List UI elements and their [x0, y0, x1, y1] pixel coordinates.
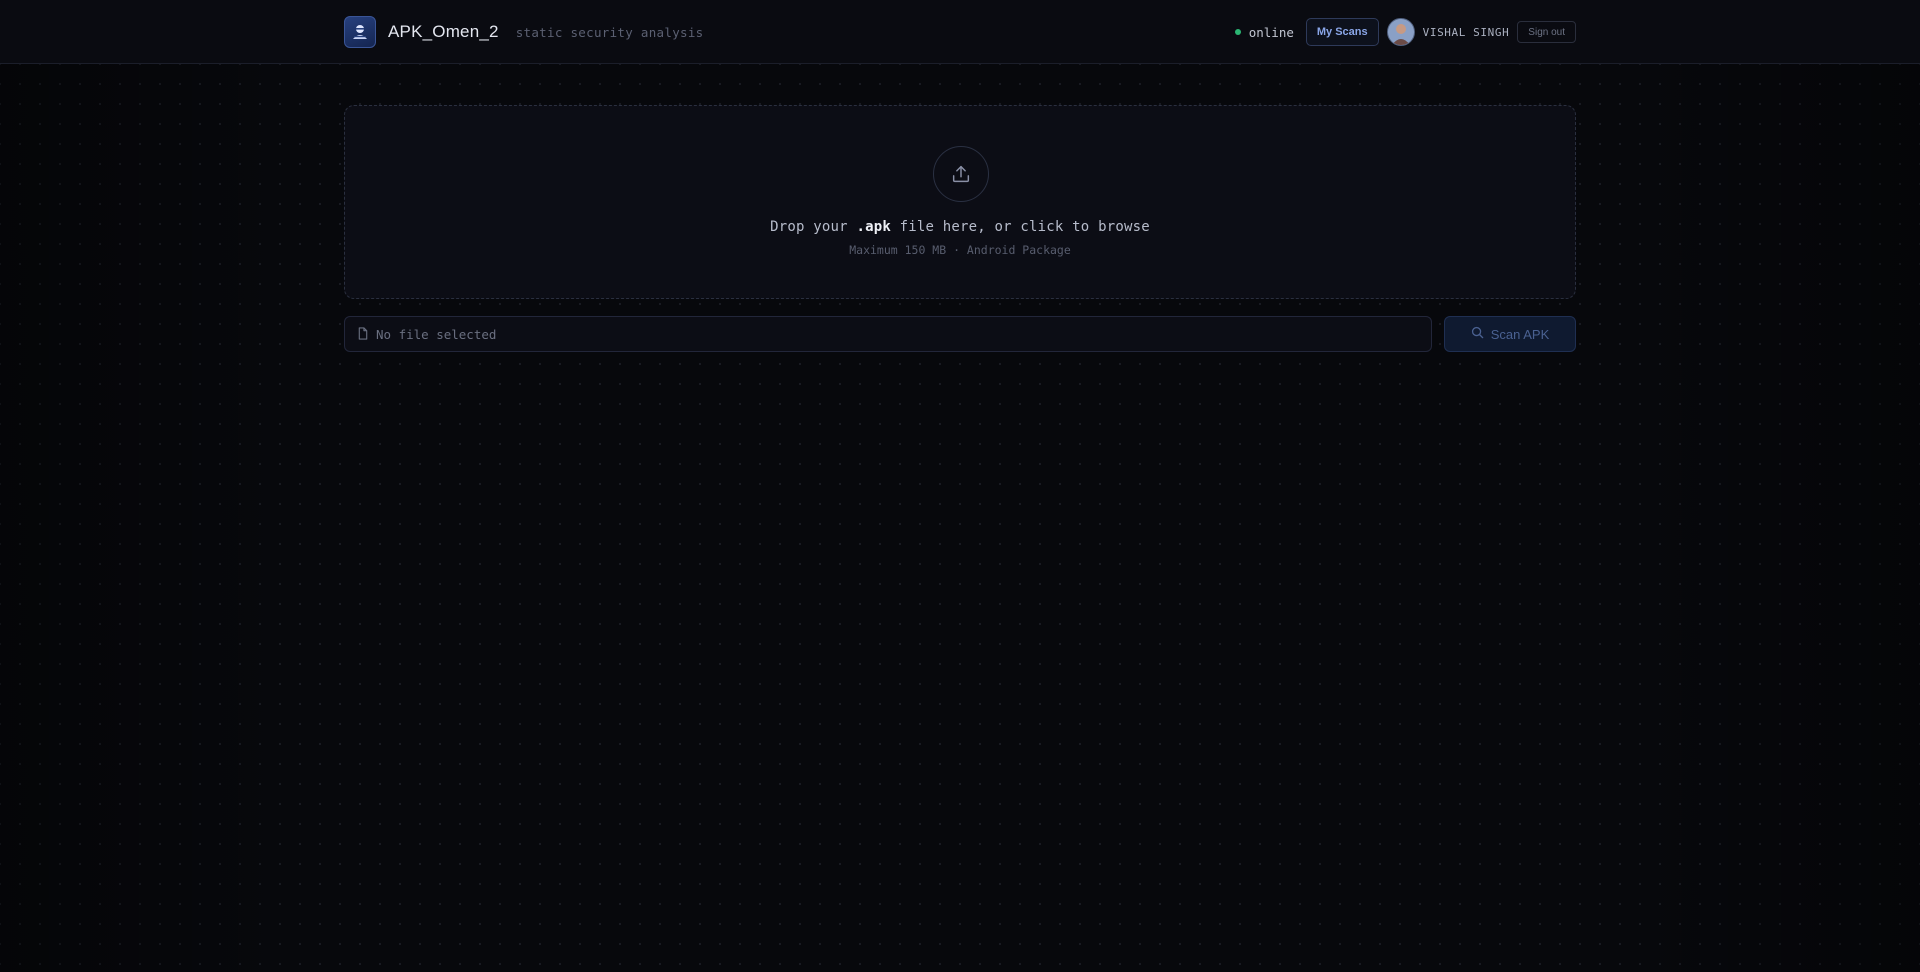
dropzone-prompt-suffix: file here, or click to browse: [899, 219, 1150, 235]
dropzone-prompt: Drop your .apk file here, or click to br…: [345, 219, 1575, 235]
selected-file-field[interactable]: No file selected: [344, 316, 1432, 352]
scan-apk-label: Scan APK: [1490, 326, 1550, 342]
app-logo-icon: [344, 16, 376, 48]
avatar[interactable]: [1386, 18, 1415, 46]
search-icon: [1471, 326, 1484, 342]
upload-icon: [933, 146, 989, 202]
top-navigation-bar: APK_Omen_2 static security analysis onli…: [0, 0, 1920, 64]
sign-out-label: Sign out: [1528, 26, 1565, 38]
header-actions: online My Scans VISHAL SINGH Sign out: [1234, 17, 1576, 47]
status-label: online: [1248, 24, 1294, 40]
app-name: APK_Omen_2: [388, 22, 499, 41]
app-tagline: static security analysis: [515, 24, 704, 40]
dropzone-subtext: Maximum 150 MB · Android Package: [849, 243, 1071, 257]
scan-apk-button[interactable]: Scan APK: [1444, 316, 1576, 352]
my-scans-button[interactable]: My Scans: [1305, 18, 1379, 46]
apk-dropzone[interactable]: Drop your .apk file here, or click to br…: [344, 105, 1576, 299]
dropzone-prompt-extension: .apk: [856, 219, 891, 235]
file-icon: [357, 325, 369, 344]
sign-out-button[interactable]: Sign out: [1517, 21, 1576, 43]
dropzone-prompt-prefix: Drop your: [770, 219, 848, 235]
user-name: VISHAL SINGH: [1422, 25, 1510, 39]
brand[interactable]: APK_Omen_2 static security analysis: [344, 16, 704, 48]
selected-file-placeholder: No file selected: [376, 326, 497, 342]
status-online-icon: [1234, 29, 1241, 35]
my-scans-label: My Scans: [1316, 26, 1368, 38]
